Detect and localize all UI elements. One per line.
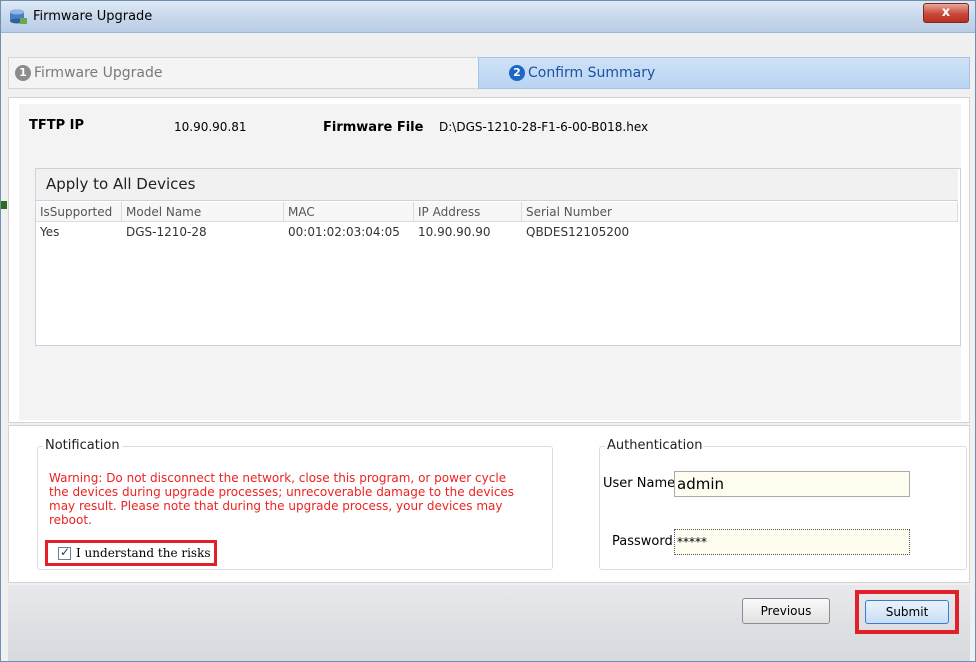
- username-input[interactable]: admin: [674, 471, 910, 497]
- step-number-2: 2: [509, 65, 525, 81]
- step-number-1: 1: [15, 65, 31, 81]
- cell-issupported: Yes: [40, 225, 60, 239]
- column-header-mac[interactable]: MAC: [284, 202, 414, 222]
- firmware-upgrade-window: Firmware Upgrade x 1 Firmware Upgrade 2 Co…: [0, 0, 976, 662]
- grid-header-row: IsSupported Model Name MAC IP Address Se…: [36, 202, 958, 222]
- upgrade-warning-text: Warning: Do not disconnect the network, …: [49, 471, 515, 527]
- username-label: User Name: [603, 476, 676, 491]
- window-title: Firmware Upgrade: [33, 9, 153, 24]
- tftp-ip-value: 10.90.90.81: [174, 120, 247, 134]
- step-confirm-summary: 2 Confirm Summary: [478, 57, 970, 89]
- table-row[interactable]: Yes DGS-1210-28 00:01:02:03:04:05 10.90.…: [36, 223, 958, 241]
- column-header-issupported[interactable]: IsSupported: [36, 202, 122, 222]
- previous-button[interactable]: Previous: [742, 598, 830, 624]
- column-header-serial-number[interactable]: Serial Number: [522, 202, 958, 222]
- firmware-file-value: D:\DGS-1210-28-F1-6-00-B018.hex: [439, 120, 649, 134]
- authentication-title: Authentication: [605, 438, 705, 453]
- understand-risks-checkbox[interactable]: [58, 545, 71, 560]
- firmware-file-label: Firmware File: [323, 120, 424, 135]
- password-label: Password: [612, 534, 673, 549]
- cell-ip-address: 10.90.90.90: [418, 225, 491, 239]
- understand-risks-label[interactable]: I understand the risks: [76, 546, 211, 560]
- authentication-group: Authentication User Name admin Password …: [599, 438, 967, 570]
- devices-grid: Apply to All Devices IsSupported Model N…: [35, 168, 961, 346]
- notification-title: Notification: [43, 438, 122, 453]
- step-firmware-upgrade: 1 Firmware Upgrade: [8, 57, 488, 89]
- footer-bar: Previous: [8, 585, 970, 661]
- database-icon: [10, 9, 27, 24]
- cell-mac: 00:01:02:03:04:05: [288, 225, 400, 239]
- risk-acknowledgement-highlight: I understand the risks: [45, 540, 217, 566]
- submit-highlight: Submit: [855, 590, 959, 634]
- step-label-2: Confirm Summary: [528, 65, 656, 81]
- close-button[interactable]: x: [923, 3, 969, 23]
- column-header-model-name[interactable]: Model Name: [122, 202, 284, 222]
- title-bar: Firmware Upgrade x: [1, 1, 975, 33]
- tftp-ip-label: TFTP IP: [29, 118, 85, 133]
- column-header-ip-address[interactable]: IP Address: [414, 202, 522, 222]
- cell-serial-number: QBDES12105200: [526, 225, 630, 239]
- cell-model-name: DGS-1210-28: [126, 225, 207, 239]
- wizard-steps: 1 Firmware Upgrade 2 Confirm Summary: [8, 56, 970, 90]
- devices-grid-title: Apply to All Devices: [36, 169, 958, 201]
- summary-panel: TFTP IP 10.90.90.81 Firmware File D:\DGS…: [8, 97, 970, 423]
- submit-button[interactable]: Submit: [865, 600, 949, 624]
- step-label-1: Firmware Upgrade: [34, 65, 163, 81]
- password-input[interactable]: *****: [674, 529, 910, 555]
